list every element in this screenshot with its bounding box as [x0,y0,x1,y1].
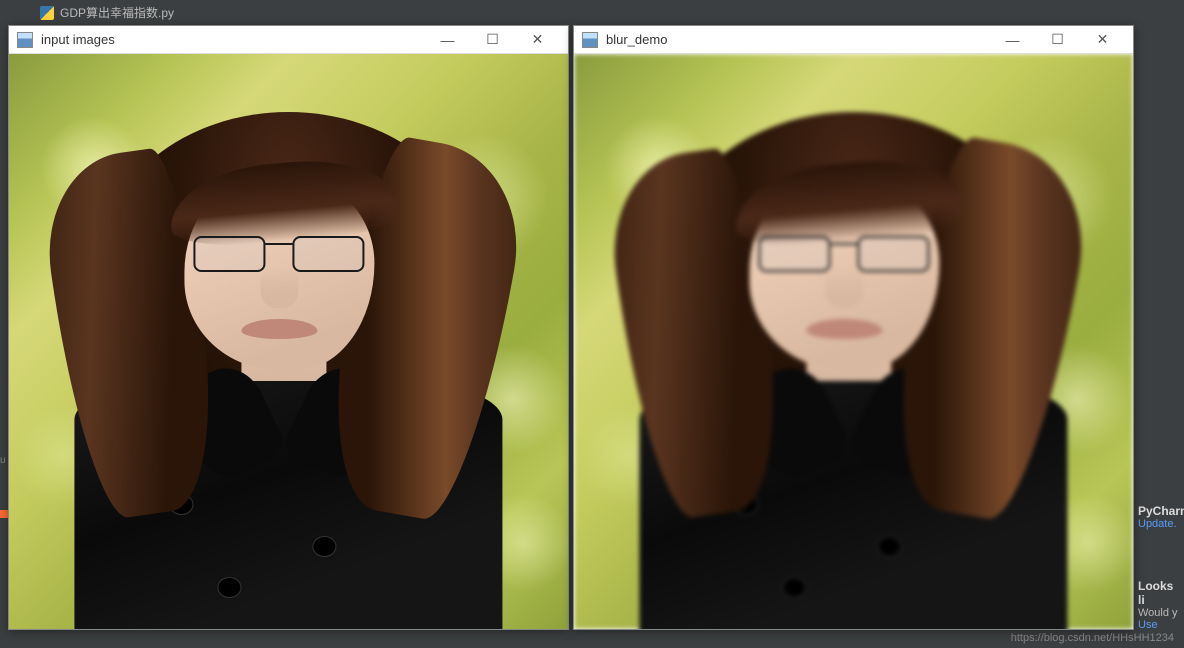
photo-blurred [574,54,1133,629]
file-name: GDP算出幸福指数.py [60,4,174,21]
minimize-button[interactable]: — [425,26,470,54]
notification-text: Would y [1138,607,1180,619]
minimize-button[interactable]: — [990,26,1035,54]
close-button[interactable]: ✕ [1080,26,1125,54]
maximize-button[interactable]: ☐ [470,26,515,54]
window-input-images: input images — ☐ ✕ [8,25,569,630]
notification-title: Looks li [1138,579,1180,607]
close-button[interactable]: ✕ [515,26,560,54]
ide-top-bar: GDP算出幸福指数.py [0,0,1184,25]
python-icon [40,6,54,20]
titlebar[interactable]: blur_demo — ☐ ✕ [574,26,1133,54]
file-tab[interactable]: GDP算出幸福指数.py [30,2,184,23]
titlebar-controls: — ☐ ✕ [425,26,560,54]
footer-watermark: https://blog.csdn.net/HHsHH1234 [0,630,1184,648]
maximize-button[interactable]: ☐ [1035,26,1080,54]
titlebar-controls: — ☐ ✕ [990,26,1125,54]
image-content [574,54,1133,629]
window-title: blur_demo [606,32,990,47]
notification-title: PyCharm [1138,504,1180,518]
image-content [9,54,568,629]
notification-pycharm: PyCharm Update. [1134,500,1184,534]
titlebar[interactable]: input images — ☐ ✕ [9,26,568,54]
window-icon [582,32,598,48]
notification-link[interactable]: Update. [1138,518,1180,530]
left-gutter [0,0,8,648]
window-blur-demo: blur_demo — ☐ ✕ [573,25,1134,630]
window-title: input images [41,32,425,47]
side-indicator-icon [0,510,8,518]
window-icon [17,32,33,48]
photo-original [9,54,568,629]
left-marker: u [0,455,6,466]
